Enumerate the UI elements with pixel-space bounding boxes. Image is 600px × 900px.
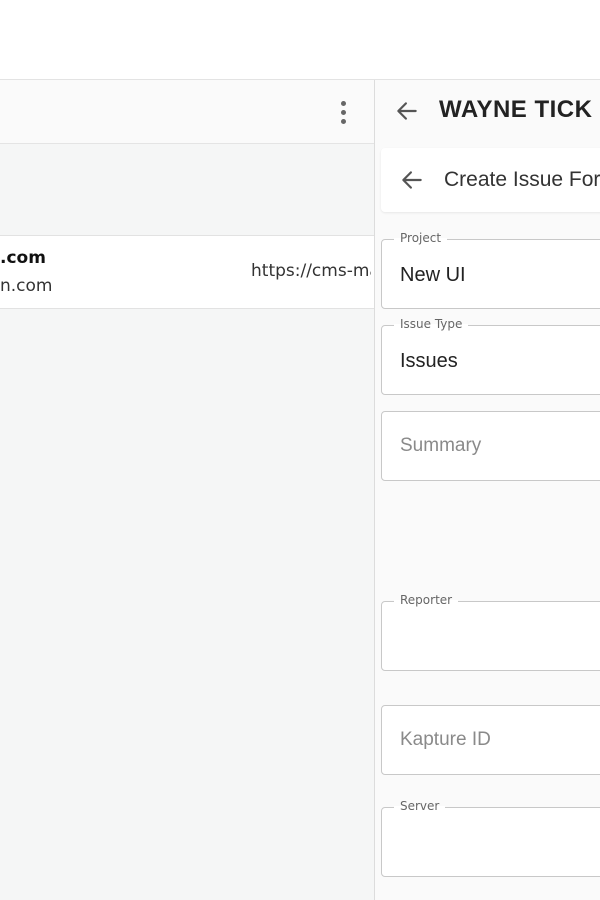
issue-type-label: Issue Type [394,317,469,331]
kapture-id-input[interactable] [382,706,600,774]
kapture-id-field[interactable] [381,705,600,775]
arrow-left-icon[interactable] [399,167,425,193]
arrow-left-icon[interactable] [394,98,420,124]
background-page: .com n.com https://cms-ma [0,80,374,900]
project-value: New UI [400,264,466,286]
row-url: https://cms-ma [251,261,371,281]
more-vertical-icon[interactable] [333,98,353,126]
server-label: Server [394,799,446,813]
list-item[interactable]: .com n.com https://cms-ma [0,235,374,309]
issue-type-field[interactable]: Issue Type Issues [381,317,600,395]
form-header: Create Issue For [381,148,600,212]
project-field[interactable]: Project New UI [381,231,600,309]
reporter-label: Reporter [394,593,459,607]
row-email: n.com [0,276,53,296]
list-toolbar [0,80,374,144]
reporter-field[interactable]: Reporter [381,593,600,671]
row-name: .com [0,248,46,268]
form-title: Create Issue For [444,168,600,191]
top-bar [0,0,600,80]
ticket-side-panel: WAYNE TICK Create Issue For Project New … [374,80,600,900]
project-label: Project [394,231,448,245]
panel-header: WAYNE TICK [375,80,600,142]
panel-title: WAYNE TICK [439,96,593,123]
issue-type-value: Issues [400,350,458,372]
summary-field[interactable] [381,411,600,481]
server-field[interactable]: Server [381,799,600,877]
summary-input[interactable] [382,412,600,480]
